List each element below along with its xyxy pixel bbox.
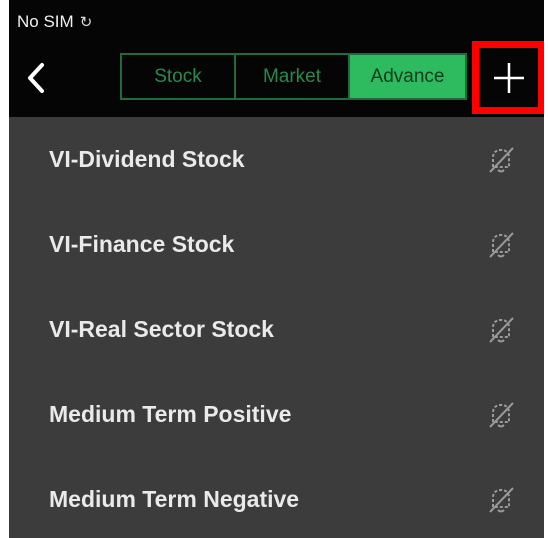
status-bar: No SIM ↻ (17, 12, 92, 32)
top-bar: No SIM ↻ Stock Market Advance (9, 0, 544, 117)
list-item[interactable]: VI-Dividend Stock (9, 117, 544, 202)
watchlist: VI-Dividend Stock VI-Finance Stock VI-Re… (9, 117, 544, 538)
back-button[interactable] (23, 60, 49, 96)
bell-off-icon[interactable] (484, 143, 518, 177)
bell-off-icon[interactable] (484, 483, 518, 517)
tab-advance[interactable]: Advance (350, 55, 465, 98)
add-button[interactable] (472, 41, 544, 114)
tab-advance-label: Advance (370, 65, 445, 87)
list-item[interactable]: Medium Term Negative (9, 457, 544, 538)
list-item-label: VI-Dividend Stock (49, 146, 245, 172)
tab-market[interactable]: Market (236, 55, 350, 98)
phone-screen: No SIM ↻ Stock Market Advance VI-Dividen… (9, 0, 544, 538)
carrier-label: No SIM (17, 12, 74, 31)
tab-stock[interactable]: Stock (122, 55, 236, 98)
bell-off-icon[interactable] (484, 313, 518, 347)
segment-control: Stock Market Advance (120, 53, 467, 100)
list-item[interactable]: Medium Term Positive (9, 372, 544, 457)
list-item-label: Medium Term Negative (49, 486, 300, 512)
list-item-label: Medium Term Positive (49, 401, 292, 427)
list-item-label: VI-Finance Stock (49, 231, 235, 257)
bell-off-icon[interactable] (484, 398, 518, 432)
tab-market-label: Market (262, 65, 322, 87)
list-item-label: VI-Real Sector Stock (49, 316, 274, 342)
bell-off-icon[interactable] (484, 228, 518, 262)
list-item[interactable]: VI-Real Sector Stock (9, 287, 544, 372)
tab-stock-label: Stock (154, 65, 202, 87)
list-item[interactable]: VI-Finance Stock (9, 202, 544, 287)
chevron-left-icon (28, 63, 44, 93)
wifi-icon: ↻ (79, 14, 93, 31)
plus-icon (493, 62, 524, 93)
